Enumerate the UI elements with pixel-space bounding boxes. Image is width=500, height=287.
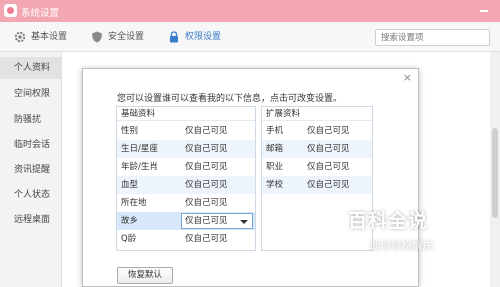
visibility-value[interactable]: 仅自己可见 [185, 122, 228, 140]
app-icon [4, 4, 17, 17]
dropdown-value: 仅自己可见 [185, 216, 228, 226]
visibility-value[interactable]: 仅自己可见 [185, 194, 228, 212]
settings-toolbar: 基本设置 安全设置 权限设置 [0, 22, 500, 52]
sidebar-item-space-permission[interactable]: 空间权限 [0, 83, 62, 105]
window-title: 系统设置 [21, 8, 60, 19]
table-row[interactable]: Q龄 仅自己可见 [117, 230, 255, 248]
search-box[interactable] [375, 29, 490, 46]
tab-label: 基本设置 [31, 32, 68, 42]
search-input[interactable] [381, 32, 486, 44]
table-row[interactable]: 年龄/生肖 仅自己可见 [117, 158, 255, 176]
field-label: 学校 [266, 180, 284, 190]
watermark-brand: 百科全说 [348, 210, 429, 232]
panel-header: 基础资料 [117, 107, 255, 121]
field-label: 年龄/生肖 [121, 162, 158, 172]
lock-icon [170, 31, 178, 43]
minimize-button[interactable] [480, 10, 488, 12]
chevron-down-icon[interactable] [240, 220, 248, 224]
table-row[interactable]: 生日/星座 仅自己可见 [117, 140, 255, 158]
restore-defaults-button[interactable]: 恢复默认 [117, 267, 173, 284]
visibility-value[interactable]: 仅自己可见 [307, 140, 350, 158]
title-bar: 系统设置 [0, 0, 500, 22]
table-row-selected[interactable]: 故乡 仅自己可见 [117, 212, 255, 230]
table-row[interactable]: 血型 仅自己可见 [117, 176, 255, 194]
sidebar-item-personal-status[interactable]: 个人状态 [0, 184, 62, 206]
table-row[interactable]: 所在地 仅自己可见 [117, 194, 255, 212]
sidebar-item-profile[interactable]: 个人资料 [0, 57, 62, 79]
gear-icon [14, 31, 26, 43]
field-label: 手机 [266, 126, 284, 136]
visibility-value[interactable]: 仅自己可见 [307, 122, 350, 140]
tab-label: 安全设置 [108, 32, 145, 42]
table-row[interactable]: 性别 仅自己可见 [117, 122, 255, 140]
tab-label: 权限设置 [185, 32, 222, 42]
sidebar-item-temp-session[interactable]: 临时会话 [0, 134, 62, 156]
visibility-value[interactable]: 仅自己可见 [185, 176, 228, 194]
table-row[interactable]: 学校 仅自己可见 [262, 176, 372, 194]
field-label: 性别 [121, 126, 139, 136]
watermark-tagline: 助你轻松解决 [370, 240, 433, 252]
field-label: 所在地 [121, 198, 147, 208]
panel-header: 扩展资料 [262, 107, 372, 121]
dialog-hint: 您可以设置谁可以查看我的以下信息，点击可改变设置。 [117, 94, 343, 104]
field-label: 邮箱 [266, 144, 284, 154]
close-icon[interactable]: × [403, 72, 412, 83]
visibility-value[interactable]: 仅自己可见 [185, 230, 228, 248]
sidebar-item-remote-desktop[interactable]: 远程桌面 [0, 209, 62, 231]
scrollbar-thumb[interactable] [492, 128, 498, 218]
table-row[interactable]: 职业 仅自己可见 [262, 158, 372, 176]
visibility-dropdown[interactable]: 仅自己可见 [181, 213, 253, 229]
table-row[interactable]: 邮箱 仅自己可见 [262, 140, 372, 158]
table-row[interactable]: 手机 仅自己可见 [262, 122, 372, 140]
sidebar-item-anti-harassment[interactable]: 防骚扰 [0, 109, 62, 131]
field-label: Q龄 [121, 234, 137, 244]
sidebar-item-news-reminder[interactable]: 资讯提醒 [0, 159, 62, 181]
scrollbar[interactable] [490, 52, 500, 287]
visibility-value[interactable]: 仅自己可见 [307, 158, 350, 176]
visibility-value[interactable]: 仅自己可见 [185, 140, 228, 158]
field-label: 生日/星座 [121, 144, 158, 154]
sidebar: 个人资料 空间权限 防骚扰 临时会话 资讯提醒 个人状态 远程桌面 [0, 52, 62, 287]
visibility-value[interactable]: 仅自己可见 [307, 176, 350, 194]
watermark: 百科全说 助你轻松解决 [348, 206, 468, 264]
field-label: 职业 [266, 162, 284, 172]
shield-icon [92, 31, 102, 43]
visibility-value[interactable]: 仅自己可见 [185, 158, 228, 176]
field-label: 故乡 [121, 216, 139, 226]
basic-info-panel: 基础资料 性别 仅自己可见 生日/星座 仅自己可见 年龄/生肖 仅自己可见 血型… [116, 106, 256, 251]
field-label: 血型 [121, 180, 139, 190]
